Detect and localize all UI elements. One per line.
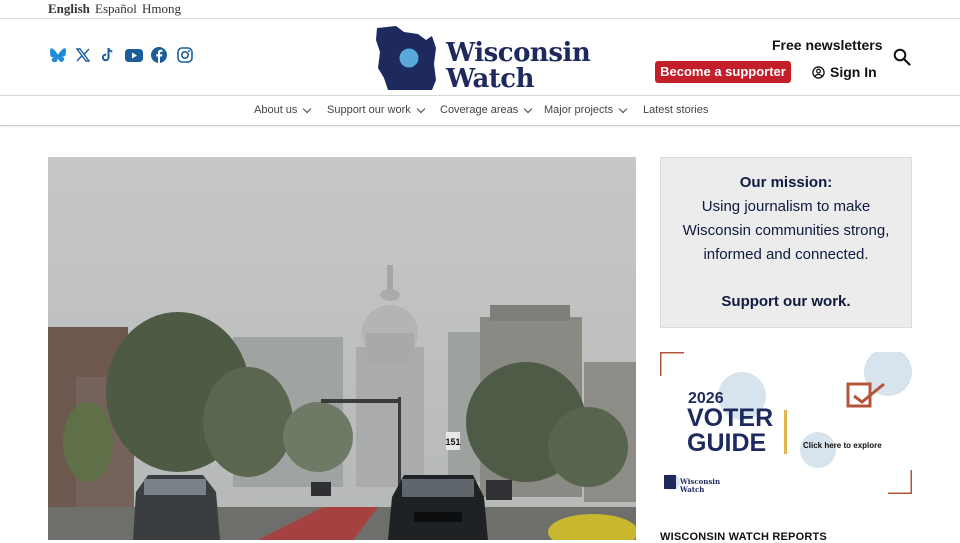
search-icon[interactable] [893, 48, 911, 66]
become-supporter-button[interactable]: Become a supporter [655, 61, 791, 83]
chevron-down-icon [303, 104, 312, 113]
logo-wordmark: Wisconsin Watch [446, 38, 591, 94]
nav-major-projects[interactable]: Major projects [544, 104, 628, 116]
chevron-down-icon [618, 104, 628, 113]
voter-guide-banner[interactable]: 2026 VOTER GUIDE Click here to explore W… [660, 352, 912, 494]
user-circle-icon [812, 65, 825, 79]
logo-line-1: Wisconsin [446, 38, 591, 68]
nav-label: Coverage areas [440, 104, 519, 116]
support-our-work-link[interactable]: Support our work. [661, 293, 911, 310]
chevron-down-icon [416, 104, 426, 113]
mission-heading: Our mission: [739, 174, 833, 191]
mission-box: Our mission: Using journalism to make Wi… [660, 157, 912, 328]
facebook-icon[interactable] [150, 46, 168, 64]
voter-guide-title-2: GUIDE [687, 429, 767, 457]
chevron-down-icon [524, 104, 533, 113]
sign-in-label: Sign In [830, 64, 877, 80]
sign-in-link[interactable]: Sign In [812, 63, 877, 81]
youtube-icon[interactable] [124, 46, 143, 64]
x-icon[interactable] [74, 46, 92, 64]
lang-espanol[interactable]: Español [95, 1, 137, 17]
mission-line: Wisconsin communities strong, [682, 222, 890, 239]
free-newsletters-link[interactable]: Free newsletters [772, 37, 883, 53]
tiktok-icon[interactable] [99, 46, 117, 64]
section-heading-reports: WISCONSIN WATCH REPORTS [660, 531, 827, 543]
nav-label: Support our work [327, 104, 411, 116]
bluesky-icon[interactable] [49, 46, 67, 64]
nav-label: Major projects [544, 104, 614, 116]
nav-about-us[interactable]: About us [254, 104, 312, 116]
hazy-capitol-street-photo: 151 [48, 157, 636, 540]
main-nav: About us Support our work Coverage areas… [0, 96, 960, 126]
language-bar: English Español Hmong [0, 0, 960, 19]
lang-english[interactable]: English [48, 1, 90, 17]
voter-guide-title-1: VOTER [687, 404, 774, 432]
route-sign-number: 151 [445, 437, 460, 447]
nav-support-our-work[interactable]: Support our work [327, 104, 426, 116]
mission-line: Using journalism to make [701, 198, 871, 215]
lang-hmong[interactable]: Hmong [142, 1, 181, 17]
nav-label: Latest stories [643, 104, 709, 116]
mission-line: informed and connected. [703, 246, 869, 263]
nav-label: About us [254, 104, 298, 116]
logo-line-2: Watch [446, 64, 535, 94]
wisconsin-map-logo-icon [376, 26, 436, 90]
nav-latest-stories[interactable]: Latest stories [643, 104, 708, 116]
voter-guide-explore: Click here to explore [803, 441, 882, 450]
voter-brand-line-2: Watch [680, 485, 705, 494]
voter-guide-brand: Wisconsin Watch [680, 478, 720, 494]
instagram-icon[interactable] [176, 46, 194, 64]
nav-coverage-areas[interactable]: Coverage areas [440, 104, 533, 116]
featured-story-image[interactable]: 151 [48, 157, 636, 540]
